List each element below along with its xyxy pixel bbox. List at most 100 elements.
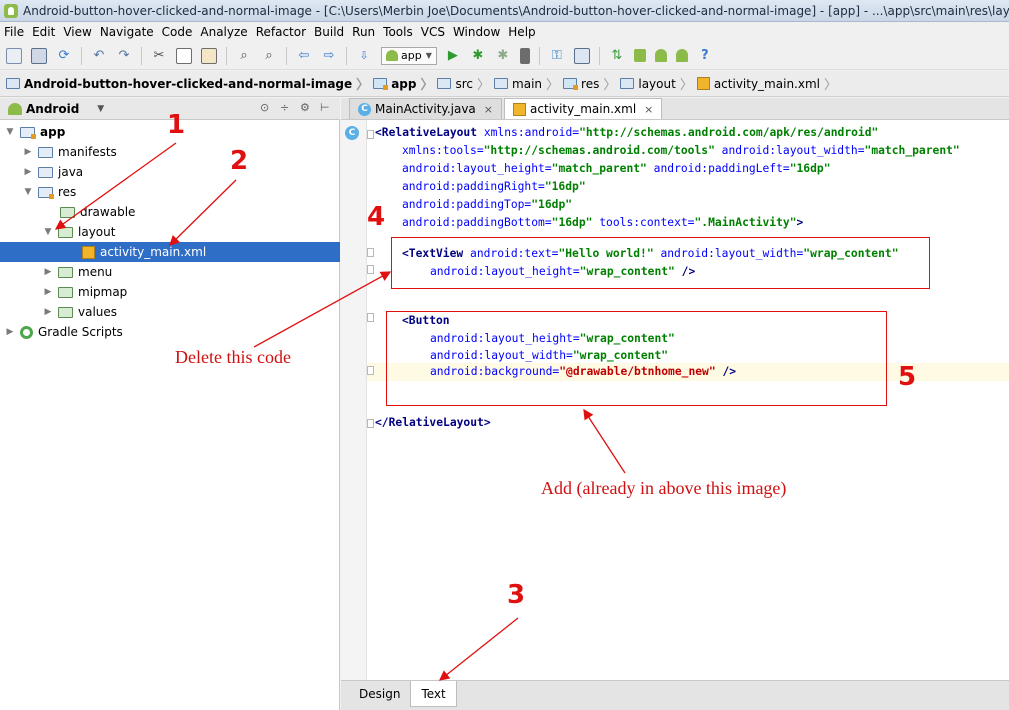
- redo-icon[interactable]: ↷: [116, 48, 132, 64]
- menu-analyze[interactable]: Analyze: [200, 25, 253, 39]
- attach-debugger-icon[interactable]: ✱: [495, 48, 511, 64]
- tree-item-gradle-scripts[interactable]: ▶ Gradle Scripts: [4, 322, 340, 342]
- profile-icon[interactable]: [519, 47, 530, 64]
- gradle-sync-icon[interactable]: ⇅: [609, 48, 625, 64]
- open-icon[interactable]: [6, 47, 22, 64]
- menu-run[interactable]: Run: [352, 25, 381, 39]
- project-structure-icon[interactable]: ⚿: [549, 48, 565, 64]
- run-config-select[interactable]: app ▼: [381, 46, 437, 65]
- breadcrumb-layout[interactable]: layout 〉: [620, 74, 693, 93]
- fold-icon[interactable]: [367, 130, 374, 139]
- breadcrumb-label: res: [581, 76, 600, 91]
- collapsed-arrow-icon[interactable]: ▶: [42, 287, 54, 297]
- tree-item-manifests[interactable]: ▶ manifests: [22, 142, 340, 162]
- fold-icon[interactable]: [367, 366, 374, 375]
- code-line: <RelativeLayout xmlns:android="http://sc…: [375, 124, 878, 142]
- breadcrumb-label: src: [455, 76, 474, 91]
- menu-build[interactable]: Build: [314, 25, 350, 39]
- find-icon[interactable]: ⌕: [236, 48, 252, 64]
- tab-text[interactable]: Text: [410, 681, 457, 707]
- breadcrumb-project[interactable]: Android-button-hover-clicked-and-normal-…: [6, 74, 369, 93]
- toolbar-separator: [286, 46, 287, 65]
- fold-icon[interactable]: [367, 419, 374, 428]
- fold-icon[interactable]: [367, 313, 374, 322]
- annotation-4: 4: [367, 202, 386, 232]
- menu-refactor[interactable]: Refactor: [256, 25, 312, 39]
- collapsed-arrow-icon[interactable]: ▶: [22, 147, 34, 157]
- toolbar-separator: [346, 46, 347, 65]
- menu-edit[interactable]: Edit: [32, 25, 61, 39]
- resource-folder-icon: [58, 306, 73, 318]
- close-icon[interactable]: ×: [644, 103, 653, 116]
- android-monitor-icon[interactable]: [675, 49, 688, 62]
- replace-icon[interactable]: ⌕: [261, 48, 277, 64]
- menu-vcs[interactable]: VCS: [421, 25, 451, 39]
- tree-item-menu[interactable]: ▶ menu: [42, 262, 340, 282]
- menu-window[interactable]: Window: [453, 25, 506, 39]
- paste-icon[interactable]: [201, 47, 217, 64]
- fold-icon[interactable]: [367, 248, 374, 257]
- tab-design[interactable]: Design: [349, 681, 410, 707]
- tree-item-java[interactable]: ▶ java: [22, 162, 340, 182]
- tree-item-activity-main[interactable]: activity_main.xml: [0, 242, 340, 262]
- tree-item-res[interactable]: ▼ res: [22, 182, 340, 202]
- collapsed-arrow-icon[interactable]: ▶: [42, 267, 54, 277]
- chevron-down-icon[interactable]: ▼: [97, 104, 104, 114]
- sync-scroll-icon[interactable]: ⊙: [260, 102, 272, 114]
- sync-icon[interactable]: ⟳: [56, 48, 72, 64]
- breadcrumb-res[interactable]: res 〉: [563, 74, 616, 93]
- close-icon[interactable]: ×: [484, 103, 493, 116]
- forward-icon[interactable]: ⇨: [321, 48, 337, 64]
- tab-main-activity[interactable]: C MainActivity.java ×: [349, 98, 502, 119]
- expanded-arrow-icon[interactable]: ▼: [22, 187, 34, 197]
- class-gutter-icon[interactable]: C: [345, 126, 359, 140]
- collapsed-arrow-icon[interactable]: ▶: [42, 307, 54, 317]
- menu-navigate[interactable]: Navigate: [100, 25, 160, 39]
- project-folder-icon: [6, 78, 20, 89]
- tree-item-values[interactable]: ▶ values: [42, 302, 340, 322]
- expanded-arrow-icon[interactable]: ▼: [42, 227, 54, 237]
- tree-item-label: Gradle Scripts: [38, 325, 123, 339]
- copy-icon[interactable]: [176, 47, 192, 64]
- undo-icon[interactable]: ↶: [91, 48, 107, 64]
- debug-icon[interactable]: ✱: [470, 48, 486, 64]
- collapsed-arrow-icon[interactable]: ▶: [4, 327, 16, 337]
- fold-icon[interactable]: [367, 265, 374, 274]
- project-view-select[interactable]: Android: [26, 102, 79, 116]
- tree-item-layout[interactable]: ▼ layout: [42, 222, 340, 242]
- breadcrumb-main[interactable]: main 〉: [494, 74, 559, 93]
- tree-item-drawable[interactable]: drawable: [60, 202, 340, 222]
- make-project-icon[interactable]: ⇩: [356, 48, 372, 64]
- help-icon[interactable]: ?: [697, 48, 713, 64]
- xml-file-icon: [82, 245, 95, 259]
- expanded-arrow-icon[interactable]: ▼: [4, 127, 16, 137]
- resource-folder-icon: [58, 266, 73, 278]
- run-icon[interactable]: ▶: [445, 48, 461, 64]
- resource-folder-icon: [58, 226, 73, 238]
- tab-activity-main[interactable]: activity_main.xml ×: [504, 98, 663, 119]
- menu-file[interactable]: File: [4, 25, 30, 39]
- collapsed-arrow-icon[interactable]: ▶: [22, 167, 34, 177]
- avd-manager-icon[interactable]: [633, 49, 646, 62]
- menu-code[interactable]: Code: [162, 25, 199, 39]
- menu-tools[interactable]: Tools: [383, 25, 419, 39]
- sdk-manager-icon[interactable]: [573, 47, 590, 64]
- settings-icon[interactable]: ⚙: [300, 102, 312, 114]
- collapse-all-icon[interactable]: ÷: [280, 102, 292, 114]
- xml-value: "match_parent": [551, 162, 647, 175]
- hide-panel-icon[interactable]: ⊢: [320, 102, 332, 114]
- code-line: xmlns:tools="http://schemas.android.com/…: [402, 142, 960, 160]
- tree-item-mipmap[interactable]: ▶ mipmap: [42, 282, 340, 302]
- breadcrumb-file[interactable]: activity_main.xml 〉: [696, 74, 837, 93]
- sdk-icon[interactable]: [654, 49, 667, 62]
- menu-help[interactable]: Help: [508, 25, 541, 39]
- back-icon[interactable]: ⇦: [296, 48, 312, 64]
- save-icon[interactable]: [31, 47, 47, 64]
- chevron-right-icon: 〉: [356, 78, 370, 93]
- annotation-5: 5: [898, 362, 917, 392]
- breadcrumb-src[interactable]: src 〉: [437, 74, 490, 93]
- breadcrumb-app[interactable]: app 〉: [373, 74, 433, 93]
- xml-tag: </RelativeLayout>: [375, 416, 491, 429]
- cut-icon[interactable]: ✂: [151, 48, 167, 64]
- menu-view[interactable]: View: [63, 25, 97, 39]
